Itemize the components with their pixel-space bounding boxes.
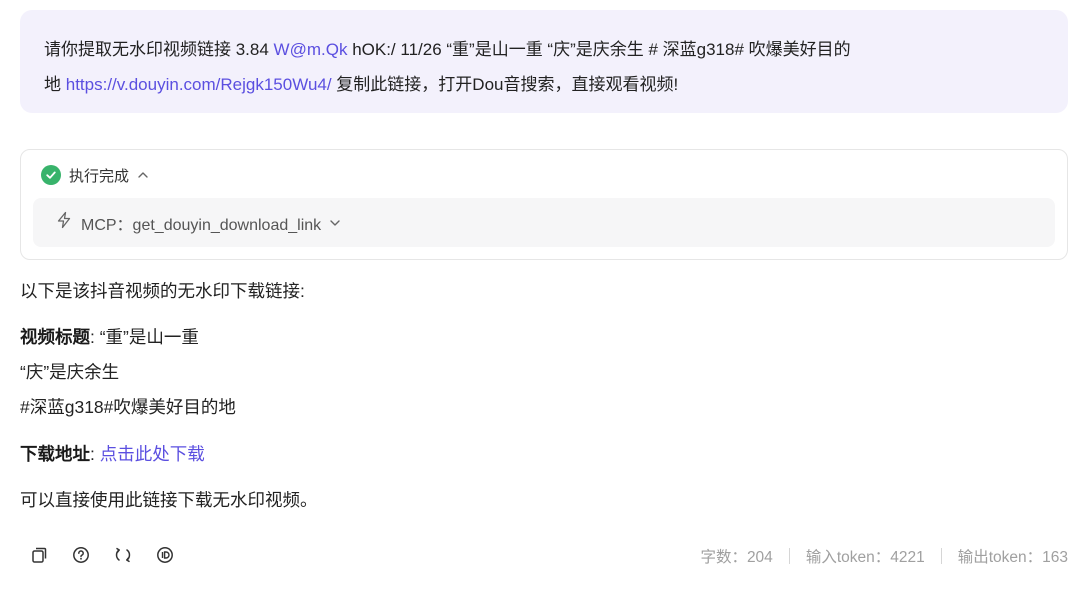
user-message-line-2: 地 https://v.douyin.com/Rejgk150Wu4/ 复制此链… (44, 67, 1044, 102)
title-label: 视频标题 (20, 327, 90, 347)
stats-divider (788, 548, 790, 564)
id-icon[interactable] (154, 544, 176, 566)
answer-title-line-3: #深蓝g318#吹爆美好目的地 (20, 397, 236, 417)
char-count: 字数：204 (700, 549, 773, 566)
answer-intro: 以下是该抖音视频的无水印下载链接: (20, 281, 305, 301)
tool-call-name: MCP：get_douyin_download_link (81, 216, 322, 234)
input-token-count: 输入token：4221 (805, 549, 925, 566)
user-message-line-1: 请你提取无水印视频链接 3.84 W@m.Qk hOK:/ 11/26 “重”是… (44, 32, 1044, 67)
tool-call-card: 执行完成 MCP：get_douyin_download_link (20, 149, 1068, 260)
user-message-link-code[interactable]: W@m.Qk (274, 40, 348, 59)
download-sep: : (90, 444, 100, 464)
tool-status-toggle[interactable]: 执行完成 (41, 164, 149, 186)
title-value: : “重”是山一重 (90, 327, 199, 347)
user-message-link-url[interactable]: https://v.douyin.com/Rejgk150Wu4/ (66, 75, 332, 94)
help-icon[interactable] (70, 544, 92, 566)
answer-title-line-1: 视频标题: “重”是山一重 (20, 324, 199, 349)
tool-call-row[interactable]: MCP：get_douyin_download_link (33, 198, 1055, 247)
download-link[interactable]: 点击此处下载 (100, 444, 205, 464)
message-actions (28, 544, 176, 566)
answer-note: 可以直接使用此链接下载无水印视频。 (20, 490, 318, 510)
refresh-icon[interactable] (112, 544, 134, 566)
user-message-text: 请你提取无水印视频链接 3.84 (44, 40, 274, 59)
tool-status-label: 执行完成 (69, 167, 130, 185)
user-message-text: 地 (44, 75, 66, 94)
chevron-up-icon[interactable] (137, 169, 149, 181)
user-message-text: 复制此链接，打开Dou音搜索，直接观看视频! (331, 75, 679, 94)
output-token-count: 输出token：163 (957, 549, 1068, 566)
copy-icon[interactable] (28, 544, 50, 566)
user-message-bubble: 请你提取无水印视频链接 3.84 W@m.Qk hOK:/ 11/26 “重”是… (20, 10, 1068, 113)
check-circle-icon (41, 165, 61, 185)
answer-download-line: 下载地址: 点击此处下载 (20, 441, 205, 466)
answer-title-line-2: “庆”是庆余生 (20, 362, 120, 382)
message-stats: 字数：204 输入token：4221 输出token：163 (700, 545, 1068, 567)
bolt-icon (55, 211, 73, 234)
download-label: 下载地址 (20, 444, 90, 464)
user-message-text: hOK:/ 11/26 “重”是山一重 “庆”是庆余生 # 深蓝g318# 吹爆… (347, 40, 851, 59)
chevron-down-icon[interactable] (329, 217, 341, 229)
stats-divider (940, 548, 942, 564)
